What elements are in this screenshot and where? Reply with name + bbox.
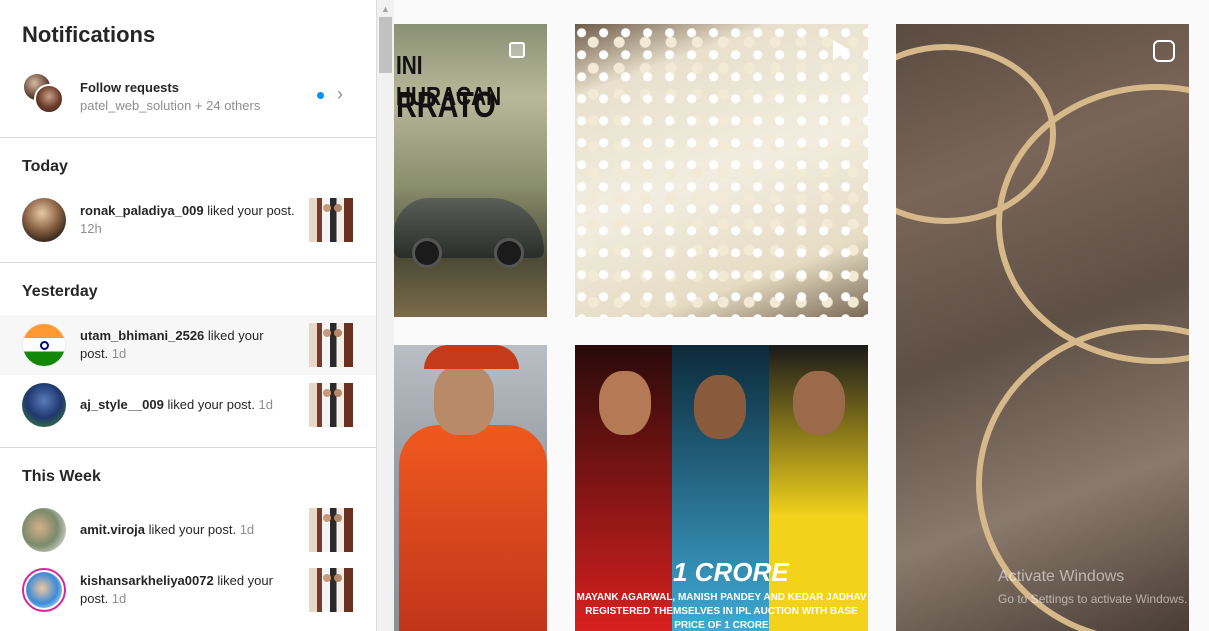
post-headline: 1 CRORE — [673, 557, 789, 587]
grid-post-popcorn[interactable] — [575, 24, 868, 317]
cap — [424, 345, 519, 369]
divider — [0, 262, 376, 263]
follow-requests-row[interactable]: Follow requests patel_web_solution + 24 … — [0, 68, 376, 122]
post-thumbnail[interactable] — [309, 198, 353, 242]
notification-time: 12h — [80, 221, 102, 236]
notification-item[interactable]: ronak_paladiya_009 liked your post. 12h — [0, 190, 376, 250]
notification-username[interactable]: kishansarkheliya0072 — [80, 573, 214, 588]
post-thumbnail[interactable] — [309, 508, 353, 552]
reel-icon — [1153, 40, 1175, 62]
post-thumbnail[interactable] — [309, 323, 353, 367]
scroll-up-arrow-icon[interactable]: ▲ — [377, 0, 394, 17]
windows-activation-subtitle: Go to Settings to activate Windows. — [998, 592, 1188, 606]
post-thumbnail[interactable] — [309, 383, 353, 427]
notification-username[interactable]: ronak_paladiya_009 — [80, 203, 204, 218]
car-wheel — [412, 238, 442, 268]
car-wheel — [494, 238, 524, 268]
section-today: Today — [22, 158, 68, 175]
player-face — [434, 365, 494, 435]
post-caption: MAYANK AGARWAL, MANISH PANDEY AND KEDAR … — [576, 592, 867, 631]
notification-text: ronak_paladiya_009 liked your post. 12h — [80, 202, 295, 238]
notifications-title: Notifications — [22, 22, 156, 47]
section-yesterday: Yesterday — [22, 283, 98, 300]
notification-item[interactable]: utam_bhimani_2526 liked your post. 1d — [0, 315, 376, 375]
chevron-right-icon: › — [337, 84, 343, 104]
grid-post-log-carving[interactable] — [896, 24, 1189, 631]
notification-action: liked your post. — [163, 397, 255, 412]
notification-text: utam_bhimani_2526 liked your post. 1d — [80, 327, 295, 363]
notification-time: 1d — [108, 591, 127, 606]
divider — [0, 137, 376, 138]
unread-dot-icon — [317, 92, 324, 99]
player-panel — [575, 345, 672, 631]
follow-request-avatar — [34, 84, 64, 114]
notification-action: liked your post. — [145, 522, 237, 537]
grid-post-car[interactable]: INI HURACAN RRATO — [394, 24, 547, 317]
notification-item[interactable]: kishansarkheliya0072 liked your post. 1d — [0, 560, 376, 620]
divider — [0, 447, 376, 448]
post-thumbnail[interactable] — [309, 568, 353, 612]
player-panel — [672, 345, 769, 631]
post-overlay-text: RRATO — [396, 84, 496, 125]
notification-text: aj_style__009 liked your post. 1d — [80, 396, 295, 414]
notification-item[interactable]: aj_style__009 liked your post. 1d — [0, 375, 376, 435]
notification-username[interactable]: aj_style__009 — [80, 397, 164, 412]
windows-activation-title: Activate Windows — [998, 568, 1125, 585]
notification-time: 1d — [108, 346, 127, 361]
play-icon — [833, 40, 850, 60]
follow-requests-subtitle: patel_web_solution + 24 others — [80, 98, 261, 113]
avatar[interactable] — [22, 383, 66, 427]
notification-username[interactable]: amit.viroja — [80, 522, 145, 537]
carousel-icon — [509, 42, 525, 58]
scrollbar[interactable]: ▲ — [377, 0, 394, 631]
jersey — [399, 425, 547, 631]
notification-text: amit.viroja liked your post. 1d — [80, 521, 295, 539]
notification-item[interactable]: amit.viroja liked your post. 1d — [0, 500, 376, 560]
grid-post-cricketer[interactable] — [394, 345, 547, 631]
avatar[interactable] — [22, 198, 66, 242]
notifications-panel: Notifications Follow requests patel_web_… — [0, 0, 377, 631]
avatar-with-story-ring[interactable] — [22, 568, 66, 612]
player-panel — [769, 345, 868, 631]
notification-username[interactable]: utam_bhimani_2526 — [80, 328, 204, 343]
scrollbar-thumb[interactable] — [379, 17, 392, 73]
notification-text: kishansarkheliya0072 liked your post. 1d — [80, 572, 295, 608]
notification-time: 1d — [236, 522, 255, 537]
notification-action: liked your post. — [203, 203, 295, 218]
notification-time: 1d — [254, 397, 273, 412]
follow-requests-title: Follow requests — [80, 80, 179, 95]
section-this-week: This Week — [22, 468, 101, 485]
avatar[interactable] — [22, 323, 66, 367]
avatar[interactable] — [22, 508, 66, 552]
grid-post-ipl[interactable]: 1 CRORE MAYANK AGARWAL, MANISH PANDEY AN… — [575, 345, 868, 631]
